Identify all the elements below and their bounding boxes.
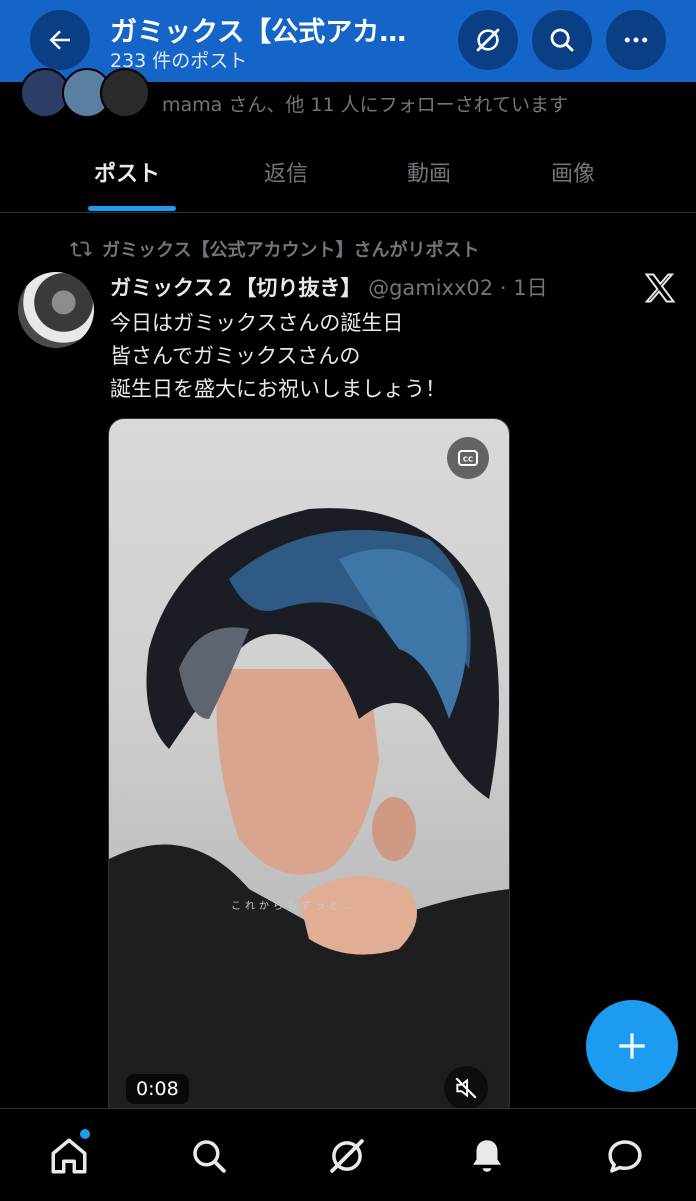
post-header: ガミックス２【切り抜き】 @gamixx02 · 1日 — [110, 272, 548, 302]
back-button[interactable] — [30, 10, 90, 70]
header-title: ガミックス【公式アカ… — [110, 17, 407, 48]
grok-icon — [476, 28, 500, 52]
author-name[interactable]: ガミックス２【切り抜き】 — [110, 276, 361, 300]
compose-post-button[interactable] — [586, 1000, 678, 1092]
search-icon — [193, 1140, 226, 1173]
search-icon — [550, 28, 574, 52]
follower-avatar — [100, 68, 150, 118]
video-thumbnail — [109, 508, 509, 1119]
nav-grok[interactable] — [324, 1133, 370, 1179]
chat-bubble-icon — [608, 1140, 642, 1173]
bell-icon — [473, 1140, 501, 1172]
followed-by-text: mama さん、他 11 人にフォローされています — [162, 94, 569, 116]
more-icon — [624, 37, 648, 43]
active-tab-indicator — [88, 206, 176, 211]
post-time[interactable]: 1日 — [513, 276, 547, 300]
mute-button[interactable] — [444, 1066, 488, 1110]
tab-posts[interactable]: ポスト — [94, 156, 160, 188]
profile-tabs: ポスト 返信 動画 画像 — [0, 140, 696, 213]
followed-by-row[interactable]: mama さん、他 11 人にフォローされています — [0, 68, 696, 128]
arrow-left-icon — [49, 30, 70, 50]
volume-muted-icon — [455, 1077, 477, 1099]
top-header: ガミックス【公式アカ… 233 件のポスト — [0, 0, 696, 82]
svg-text:CC: CC — [463, 456, 473, 464]
home-icon — [51, 1138, 87, 1174]
tab-images[interactable]: 画像 — [551, 156, 595, 188]
closed-caption-icon: CC — [458, 450, 478, 466]
video-duration: 0:08 — [126, 1074, 189, 1104]
x-logo-icon — [642, 270, 678, 310]
post-text-line: 皆さんでガミックスさんの — [110, 344, 361, 368]
bottom-navigation — [0, 1108, 696, 1201]
nav-home[interactable] — [46, 1133, 92, 1179]
search-button[interactable] — [532, 10, 592, 70]
plus-icon — [619, 1033, 645, 1059]
more-button[interactable] — [606, 10, 666, 70]
tab-videos[interactable]: 動画 — [407, 156, 451, 188]
author-avatar[interactable] — [18, 272, 94, 348]
author-handle[interactable]: @gamixx02 — [368, 276, 493, 300]
post-text-line: 誕生日を盛大にお祝いしましょう！ — [110, 377, 446, 401]
post-text-line: 今日はガミックスさんの誕生日 — [110, 311, 404, 335]
repost-indicator[interactable]: ガミックス【公式アカウント】さんがリポスト — [70, 236, 479, 262]
nav-notifications[interactable] — [464, 1133, 510, 1179]
post-text: 今日はガミックスさんの誕生日 皆さんでガミックスさんの 誕生日を盛大にお祝いしま… — [110, 307, 446, 406]
nav-messages[interactable] — [602, 1133, 648, 1179]
repost-label: ガミックス【公式アカウント】さんがリポスト — [102, 240, 480, 261]
video-player[interactable]: これからもずっと… CC — [108, 418, 510, 1120]
tab-replies[interactable]: 返信 — [264, 156, 308, 188]
repost-icon — [70, 241, 92, 257]
home-notification-dot — [80, 1129, 90, 1139]
nav-search[interactable] — [186, 1133, 232, 1179]
grok-icon — [330, 1139, 364, 1173]
closed-caption-button[interactable]: CC — [447, 437, 489, 479]
video-caption: これからもずっと… — [231, 901, 357, 912]
meta-separator: · — [499, 276, 507, 300]
grok-button[interactable] — [458, 10, 518, 70]
